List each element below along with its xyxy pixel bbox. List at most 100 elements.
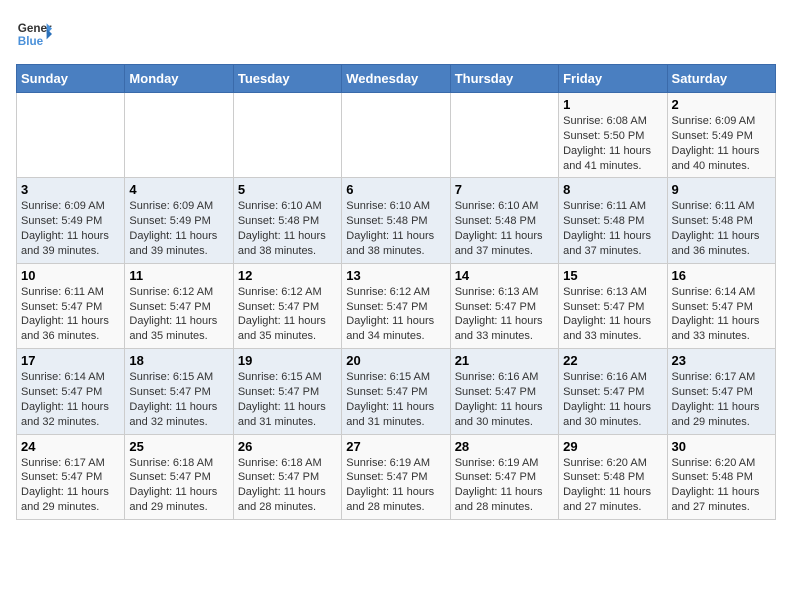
calendar-cell: 10 Sunrise: 6:11 AM Sunset: 5:47 PM Dayli…	[17, 263, 125, 348]
day-number: 27	[346, 439, 445, 454]
day-info: Sunrise: 6:17 AM Sunset: 5:47 PM Dayligh…	[21, 456, 120, 515]
day-info: Sunrise: 6:11 AM Sunset: 5:48 PM Dayligh…	[672, 199, 771, 258]
weekday-header-monday: Monday	[125, 65, 233, 93]
logo: General Blue	[16, 16, 52, 52]
day-info: Sunrise: 6:13 AM Sunset: 5:47 PM Dayligh…	[455, 285, 554, 344]
day-number: 24	[21, 439, 120, 454]
day-info: Sunrise: 6:16 AM Sunset: 5:47 PM Dayligh…	[455, 370, 554, 429]
calendar-cell: 8 Sunrise: 6:11 AM Sunset: 5:48 PM Daylig…	[559, 178, 667, 263]
day-number: 8	[563, 182, 662, 197]
day-info: Sunrise: 6:10 AM Sunset: 5:48 PM Dayligh…	[238, 199, 337, 258]
day-number: 10	[21, 268, 120, 283]
day-info: Sunrise: 6:20 AM Sunset: 5:48 PM Dayligh…	[563, 456, 662, 515]
calendar-cell: 7Sunrise: 6:10 AM Sunset: 5:48 PM Daylig…	[450, 178, 558, 263]
day-number: 26	[238, 439, 337, 454]
calendar-cell: 13 Sunrise: 6:12 AM Sunset: 5:47 PM Dayli…	[342, 263, 450, 348]
calendar-week-1: 1Sunrise: 6:08 AM Sunset: 5:50 PM Daylig…	[17, 93, 776, 178]
day-info: Sunrise: 6:16 AM Sunset: 5:47 PM Dayligh…	[563, 370, 662, 429]
weekday-header-wednesday: Wednesday	[342, 65, 450, 93]
calendar-cell: 1Sunrise: 6:08 AM Sunset: 5:50 PM Daylig…	[559, 93, 667, 178]
day-number: 18	[129, 353, 228, 368]
day-info: Sunrise: 6:12 AM Sunset: 5:47 PM Dayligh…	[238, 285, 337, 344]
svg-text:Blue: Blue	[18, 35, 44, 48]
day-info: Sunrise: 6:15 AM Sunset: 5:47 PM Dayligh…	[238, 370, 337, 429]
day-number: 12	[238, 268, 337, 283]
calendar-cell: 25Sunrise: 6:18 AM Sunset: 5:47 PM Dayli…	[125, 434, 233, 519]
calendar-cell: 9 Sunrise: 6:11 AM Sunset: 5:48 PM Daylig…	[667, 178, 775, 263]
calendar-cell: 26 Sunrise: 6:18 AM Sunset: 5:47 PM Dayli…	[233, 434, 341, 519]
calendar-cell: 21 Sunrise: 6:16 AM Sunset: 5:47 PM Dayli…	[450, 349, 558, 434]
calendar-cell: 24 Sunrise: 6:17 AM Sunset: 5:47 PM Dayli…	[17, 434, 125, 519]
calendar-table: SundayMondayTuesdayWednesdayThursdayFrid…	[16, 64, 776, 520]
day-info: Sunrise: 6:09 AM Sunset: 5:49 PM Dayligh…	[21, 199, 120, 258]
day-number: 5	[238, 182, 337, 197]
calendar-cell: 2 Sunrise: 6:09 AM Sunset: 5:49 PM Daylig…	[667, 93, 775, 178]
day-info: Sunrise: 6:15 AM Sunset: 5:47 PM Dayligh…	[346, 370, 445, 429]
day-number: 4	[129, 182, 228, 197]
day-info: Sunrise: 6:11 AM Sunset: 5:48 PM Dayligh…	[563, 199, 662, 258]
calendar-cell: 27 Sunrise: 6:19 AM Sunset: 5:47 PM Dayli…	[342, 434, 450, 519]
day-info: Sunrise: 6:14 AM Sunset: 5:47 PM Dayligh…	[672, 285, 771, 344]
calendar-cell: 5 Sunrise: 6:10 AM Sunset: 5:48 PM Daylig…	[233, 178, 341, 263]
day-info: Sunrise: 6:15 AM Sunset: 5:47 PM Dayligh…	[129, 370, 228, 429]
day-number: 9	[672, 182, 771, 197]
calendar-week-3: 10 Sunrise: 6:11 AM Sunset: 5:47 PM Dayli…	[17, 263, 776, 348]
calendar-week-5: 24 Sunrise: 6:17 AM Sunset: 5:47 PM Dayli…	[17, 434, 776, 519]
day-number: 16	[672, 268, 771, 283]
calendar-cell: 3 Sunrise: 6:09 AM Sunset: 5:49 PM Daylig…	[17, 178, 125, 263]
calendar-cell: 30 Sunrise: 6:20 AM Sunset: 5:48 PM Dayli…	[667, 434, 775, 519]
day-info: Sunrise: 6:19 AM Sunset: 5:47 PM Dayligh…	[346, 456, 445, 515]
day-info: Sunrise: 6:09 AM Sunset: 5:49 PM Dayligh…	[672, 114, 771, 173]
day-info: Sunrise: 6:11 AM Sunset: 5:47 PM Dayligh…	[21, 285, 120, 344]
day-number: 13	[346, 268, 445, 283]
day-info: Sunrise: 6:19 AM Sunset: 5:47 PM Dayligh…	[455, 456, 554, 515]
day-number: 2	[672, 97, 771, 112]
day-info: Sunrise: 6:10 AM Sunset: 5:48 PM Dayligh…	[346, 199, 445, 258]
calendar-cell	[450, 93, 558, 178]
weekday-header-saturday: Saturday	[667, 65, 775, 93]
calendar-cell	[125, 93, 233, 178]
day-number: 3	[21, 182, 120, 197]
day-info: Sunrise: 6:18 AM Sunset: 5:47 PM Dayligh…	[238, 456, 337, 515]
calendar-cell: 15 Sunrise: 6:13 AM Sunset: 5:47 PM Dayli…	[559, 263, 667, 348]
calendar-cell: 18 Sunrise: 6:15 AM Sunset: 5:47 PM Dayli…	[125, 349, 233, 434]
calendar-week-4: 17 Sunrise: 6:14 AM Sunset: 5:47 PM Dayli…	[17, 349, 776, 434]
day-info: Sunrise: 6:12 AM Sunset: 5:47 PM Dayligh…	[129, 285, 228, 344]
calendar-cell: 17 Sunrise: 6:14 AM Sunset: 5:47 PM Dayli…	[17, 349, 125, 434]
day-number: 20	[346, 353, 445, 368]
day-info: Sunrise: 6:20 AM Sunset: 5:48 PM Dayligh…	[672, 456, 771, 515]
day-number: 21	[455, 353, 554, 368]
day-info: Sunrise: 6:14 AM Sunset: 5:47 PM Dayligh…	[21, 370, 120, 429]
calendar-cell: 12 Sunrise: 6:12 AM Sunset: 5:47 PM Dayli…	[233, 263, 341, 348]
day-number: 17	[21, 353, 120, 368]
day-number: 19	[238, 353, 337, 368]
calendar-cell: 19 Sunrise: 6:15 AM Sunset: 5:47 PM Dayli…	[233, 349, 341, 434]
calendar-cell: 6 Sunrise: 6:10 AM Sunset: 5:48 PM Daylig…	[342, 178, 450, 263]
day-number: 25	[129, 439, 228, 454]
weekday-header-thursday: Thursday	[450, 65, 558, 93]
day-number: 23	[672, 353, 771, 368]
day-number: 22	[563, 353, 662, 368]
calendar-cell: 16 Sunrise: 6:14 AM Sunset: 5:47 PM Dayli…	[667, 263, 775, 348]
weekday-header-sunday: Sunday	[17, 65, 125, 93]
day-number: 1	[563, 97, 662, 112]
page-header: General Blue	[16, 16, 776, 52]
day-number: 11	[129, 268, 228, 283]
day-info: Sunrise: 6:13 AM Sunset: 5:47 PM Dayligh…	[563, 285, 662, 344]
calendar-cell	[233, 93, 341, 178]
day-number: 14	[455, 268, 554, 283]
day-number: 30	[672, 439, 771, 454]
logo-icon: General Blue	[16, 16, 52, 52]
day-number: 15	[563, 268, 662, 283]
calendar-week-2: 3 Sunrise: 6:09 AM Sunset: 5:49 PM Daylig…	[17, 178, 776, 263]
day-number: 6	[346, 182, 445, 197]
day-number: 7	[455, 182, 554, 197]
day-info: Sunrise: 6:12 AM Sunset: 5:47 PM Dayligh…	[346, 285, 445, 344]
day-number: 29	[563, 439, 662, 454]
day-number: 28	[455, 439, 554, 454]
calendar-cell	[17, 93, 125, 178]
day-info: Sunrise: 6:09 AM Sunset: 5:49 PM Dayligh…	[129, 199, 228, 258]
weekday-header-friday: Friday	[559, 65, 667, 93]
calendar-cell	[342, 93, 450, 178]
calendar-cell: 28 Sunrise: 6:19 AM Sunset: 5:47 PM Dayli…	[450, 434, 558, 519]
